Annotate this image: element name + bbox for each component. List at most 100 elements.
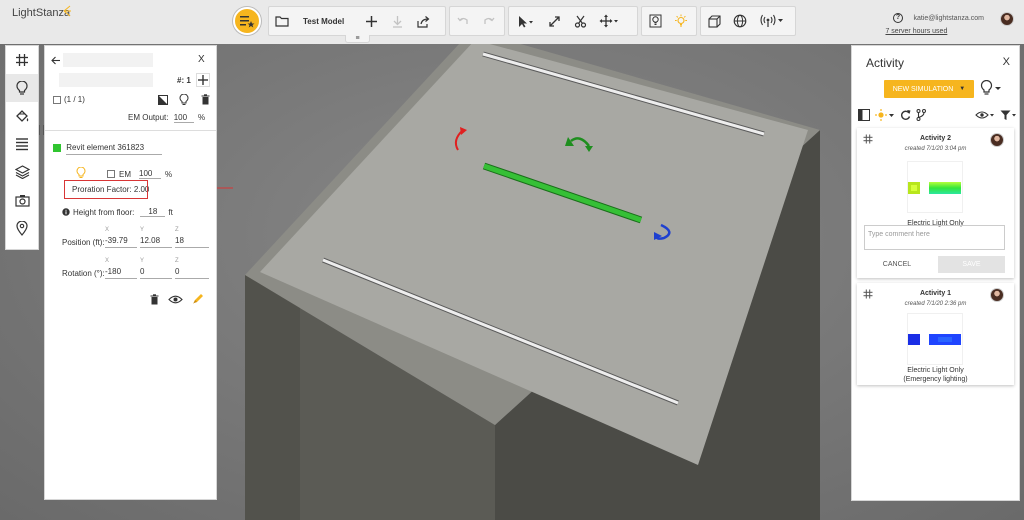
fixture-view-button[interactable]: [642, 8, 668, 34]
lights-on-button[interactable]: [668, 8, 694, 34]
rotation-x-input[interactable]: -180: [105, 267, 137, 279]
open-folder-button[interactable]: [269, 8, 295, 34]
undo-button[interactable]: [450, 8, 476, 34]
result-image: [908, 182, 961, 194]
rail-materials-button[interactable]: [6, 102, 38, 130]
delete-element-icon[interactable]: [150, 294, 159, 305]
activity-title: Activity 1: [919, 290, 952, 297]
position-y-input[interactable]: 12.08: [140, 236, 172, 248]
position-x-input[interactable]: -39.79: [105, 236, 137, 248]
result-thumbnail[interactable]: [907, 161, 963, 213]
branch-icon[interactable]: [916, 109, 926, 121]
rail-grid-button[interactable]: [6, 46, 38, 74]
broadcast-icon: [760, 14, 783, 27]
rotation-z-caption: Z: [175, 258, 179, 264]
filter-icon[interactable]: [1000, 110, 1016, 121]
em-row: EM 100 %: [107, 169, 172, 179]
em-output-label: EM Output:: [128, 113, 169, 122]
position-y-caption: Y: [140, 227, 145, 233]
position-z-input[interactable]: 18: [175, 236, 209, 248]
panel-layout-icon[interactable]: [858, 109, 870, 121]
em-unit: %: [165, 169, 173, 179]
rail-lights-button[interactable]: [6, 74, 38, 102]
activity-card[interactable]: Activity 1 created 7/1/20 2:36 pm Electr…: [857, 283, 1014, 385]
logo-rays-icon: [63, 5, 71, 17]
height-input[interactable]: 18: [140, 207, 166, 217]
activity-title: Activity: [866, 56, 905, 70]
activity-card[interactable]: Activity 2 created 7/1/20 3:04 pm Electr…: [857, 128, 1014, 278]
cancel-button[interactable]: CANCEL: [864, 256, 930, 273]
rotation-z-input[interactable]: 0: [175, 267, 209, 279]
rail-list-button[interactable]: [6, 130, 38, 158]
save-button[interactable]: SAVE: [938, 256, 1005, 273]
height-row: Height from floor: 18 ft: [62, 207, 173, 217]
download-icon: [392, 15, 402, 28]
account-info: katie@lightstanza.com 7 server hours use…: [885, 15, 984, 35]
redo-icon: [484, 17, 495, 24]
globe-button[interactable]: [727, 8, 753, 34]
result-thumbnail[interactable]: [907, 313, 963, 365]
em-output-input[interactable]: 100: [173, 113, 194, 123]
caret-down-icon: ▼: [959, 86, 966, 92]
select-tool-button[interactable]: [509, 8, 541, 34]
position-x-caption: X: [105, 227, 110, 233]
list-star-icon: [240, 16, 255, 28]
globe-icon: [733, 14, 747, 28]
move-tool-button[interactable]: [541, 8, 567, 34]
new-simulation-button[interactable]: NEW SIMULATION ▼: [884, 80, 974, 98]
cube-icon: [707, 14, 721, 28]
rail-camera-button[interactable]: [6, 186, 38, 214]
close-panel-icon[interactable]: X: [198, 54, 205, 65]
back-arrow-icon[interactable]: [51, 56, 61, 65]
em-checkbox[interactable]: [107, 170, 115, 178]
sun-filter-icon[interactable]: [875, 109, 895, 121]
add-instance-icon[interactable]: [196, 73, 210, 87]
select-all-row: (1 / 1): [53, 95, 85, 104]
broadcast-button[interactable]: [753, 8, 791, 34]
pan-tool-button[interactable]: [593, 8, 625, 34]
bulb-menu-icon[interactable]: [980, 80, 1002, 96]
close-activity-icon[interactable]: X: [1003, 56, 1010, 68]
em-output-row: EM Output: 100 %: [128, 113, 205, 123]
add-button[interactable]: [358, 8, 384, 34]
result-image: [908, 334, 961, 345]
pencil-icon[interactable]: [192, 293, 204, 305]
selection-count: (1 / 1): [64, 95, 85, 104]
rotation-x-caption: X: [105, 258, 110, 264]
rail-layers-button[interactable]: [6, 158, 38, 186]
visibility-menu-icon[interactable]: [975, 110, 995, 120]
lights-toolbar: [641, 6, 697, 36]
rotation-y-input[interactable]: 0: [140, 267, 172, 279]
paint-bucket-icon: [15, 110, 28, 122]
comment-input[interactable]: Type comment here: [864, 225, 1005, 250]
lines-icon: [16, 138, 28, 151]
download-button[interactable]: [384, 8, 410, 34]
user-avatar[interactable]: [1000, 12, 1014, 26]
redo-button[interactable]: [476, 8, 502, 34]
share-icon: [417, 15, 430, 28]
activity-caption: Electric Light Only: [907, 367, 964, 374]
bulb-small-icon[interactable]: [179, 94, 189, 106]
em-output-unit: %: [197, 113, 206, 122]
rail-location-button[interactable]: [6, 214, 38, 242]
info-icon[interactable]: [62, 208, 70, 216]
em-input[interactable]: 100: [139, 169, 161, 179]
element-color-swatch: [53, 143, 61, 152]
cube-view-button[interactable]: [701, 8, 727, 34]
cut-tool-button[interactable]: [567, 8, 593, 34]
share-button[interactable]: [410, 8, 436, 34]
element-row[interactable]: Revit element 361823: [53, 143, 163, 155]
contrast-icon[interactable]: [158, 95, 168, 105]
divider: [45, 130, 216, 131]
toolbar-drawer-handle[interactable]: ≡: [345, 35, 370, 43]
trash-icon[interactable]: [201, 94, 210, 105]
activity-caption-detail: (Emergency lighting): [903, 376, 968, 383]
refresh-icon[interactable]: [900, 109, 911, 121]
eye-icon[interactable]: [168, 295, 183, 304]
app-logo: LightStanza: [12, 7, 71, 19]
bulb-on-icon[interactable]: [76, 167, 86, 179]
layers-icon: [14, 165, 30, 179]
select-all-checkbox[interactable]: [53, 95, 61, 104]
server-hours-link[interactable]: 7 server hours used: [885, 28, 984, 35]
main-menu-button[interactable]: [233, 7, 261, 35]
